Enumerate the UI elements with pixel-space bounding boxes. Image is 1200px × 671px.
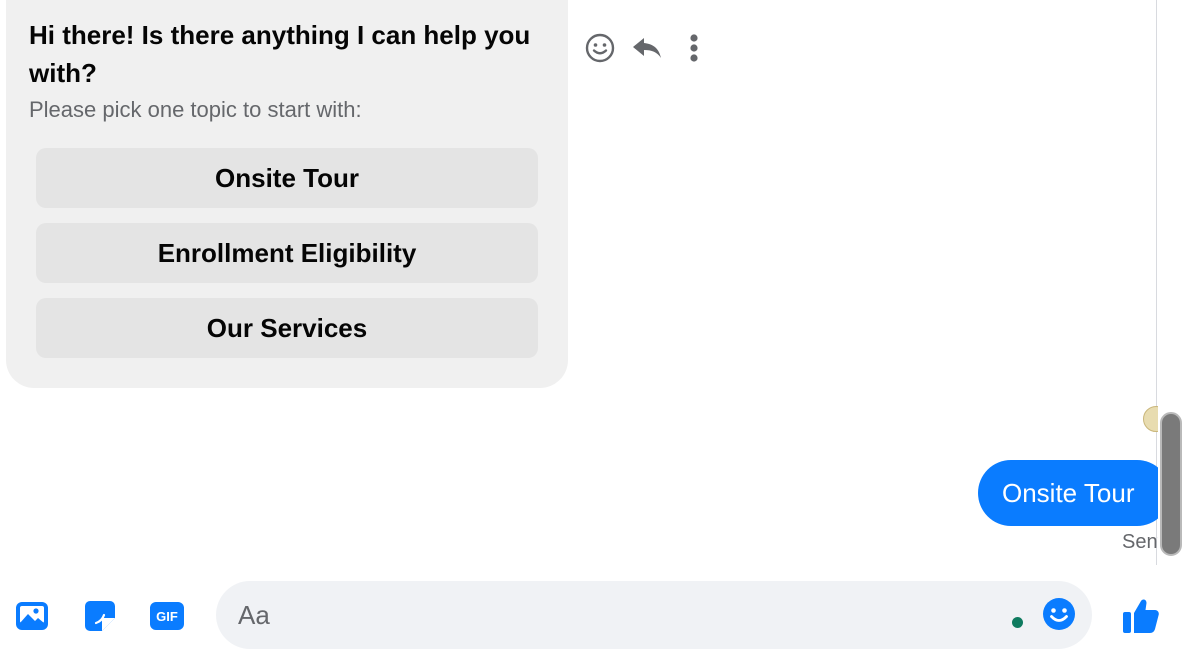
message-actions (584, 30, 700, 66)
gif-icon[interactable]: GIF (149, 598, 185, 634)
user-message-bubble[interactable]: Onsite Tour (978, 460, 1158, 526)
online-indicator-dot (1012, 617, 1023, 628)
react-icon[interactable] (584, 32, 616, 64)
message-input-container[interactable] (216, 581, 1092, 649)
topic-button-onsite-tour[interactable]: Onsite Tour (36, 148, 538, 208)
topic-button-our-services[interactable]: Our Services (36, 298, 538, 358)
bot-message-title: Hi there! Is there anything I can help y… (29, 20, 531, 88)
chat-area: Hi there! Is there anything I can help y… (0, 0, 1158, 565)
composer-bar: GIF (0, 566, 1200, 671)
seen-avatar (1143, 406, 1158, 432)
scrollbar-thumb[interactable] (1160, 412, 1182, 556)
user-message-text: Onsite Tour (1002, 477, 1135, 508)
like-icon[interactable] (1120, 594, 1162, 636)
topic-button-enrollment-eligibility[interactable]: Enrollment Eligibility (36, 223, 538, 283)
sticker-icon[interactable] (82, 598, 118, 634)
emoji-icon[interactable] (1041, 596, 1077, 632)
gif-label: GIF (156, 609, 178, 624)
message-input[interactable] (238, 581, 998, 649)
message-status: Sent (1122, 531, 1158, 553)
photo-icon[interactable] (14, 598, 50, 634)
reply-icon[interactable] (630, 32, 664, 64)
more-icon[interactable] (688, 32, 700, 64)
bot-message-subtitle: Please pick one topic to start with: (29, 97, 362, 122)
